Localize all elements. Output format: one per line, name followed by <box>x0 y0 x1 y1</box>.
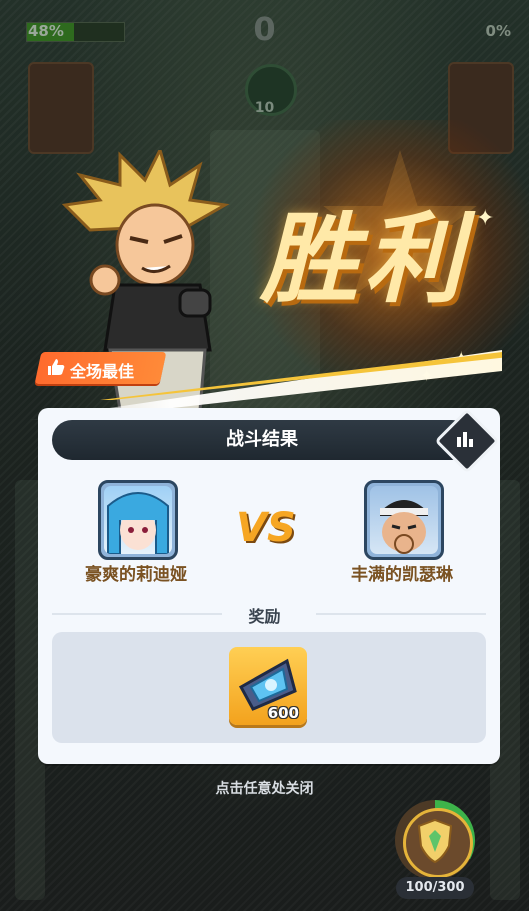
victory-title: 胜利 <box>260 203 469 317</box>
close-hint[interactable]: 点击任意处关闭 <box>0 778 529 798</box>
bar-chart-icon <box>457 432 473 447</box>
shield-icon <box>417 818 453 864</box>
reward-count: 600 <box>267 704 299 722</box>
player1-name: 豪爽的莉迪娅 <box>85 565 187 585</box>
rank-progress-label: 100/300 <box>396 877 474 899</box>
versus-label: VS <box>236 505 296 551</box>
mvp-badge-label: 全场最佳 <box>70 362 135 381</box>
result-title: 战斗结果 <box>226 429 298 450</box>
score: 0 <box>253 10 276 48</box>
player2-avatar <box>364 480 444 560</box>
left-skill-card <box>28 62 94 154</box>
rank-medal[interactable] <box>403 808 473 878</box>
reward-label: 奖励 <box>248 607 281 626</box>
thumb-up-icon <box>48 359 65 375</box>
player2-name: 丰满的凯瑟琳 <box>351 565 453 585</box>
sparkle-icon: ✦ <box>476 206 495 231</box>
player1-avatar <box>98 480 178 560</box>
